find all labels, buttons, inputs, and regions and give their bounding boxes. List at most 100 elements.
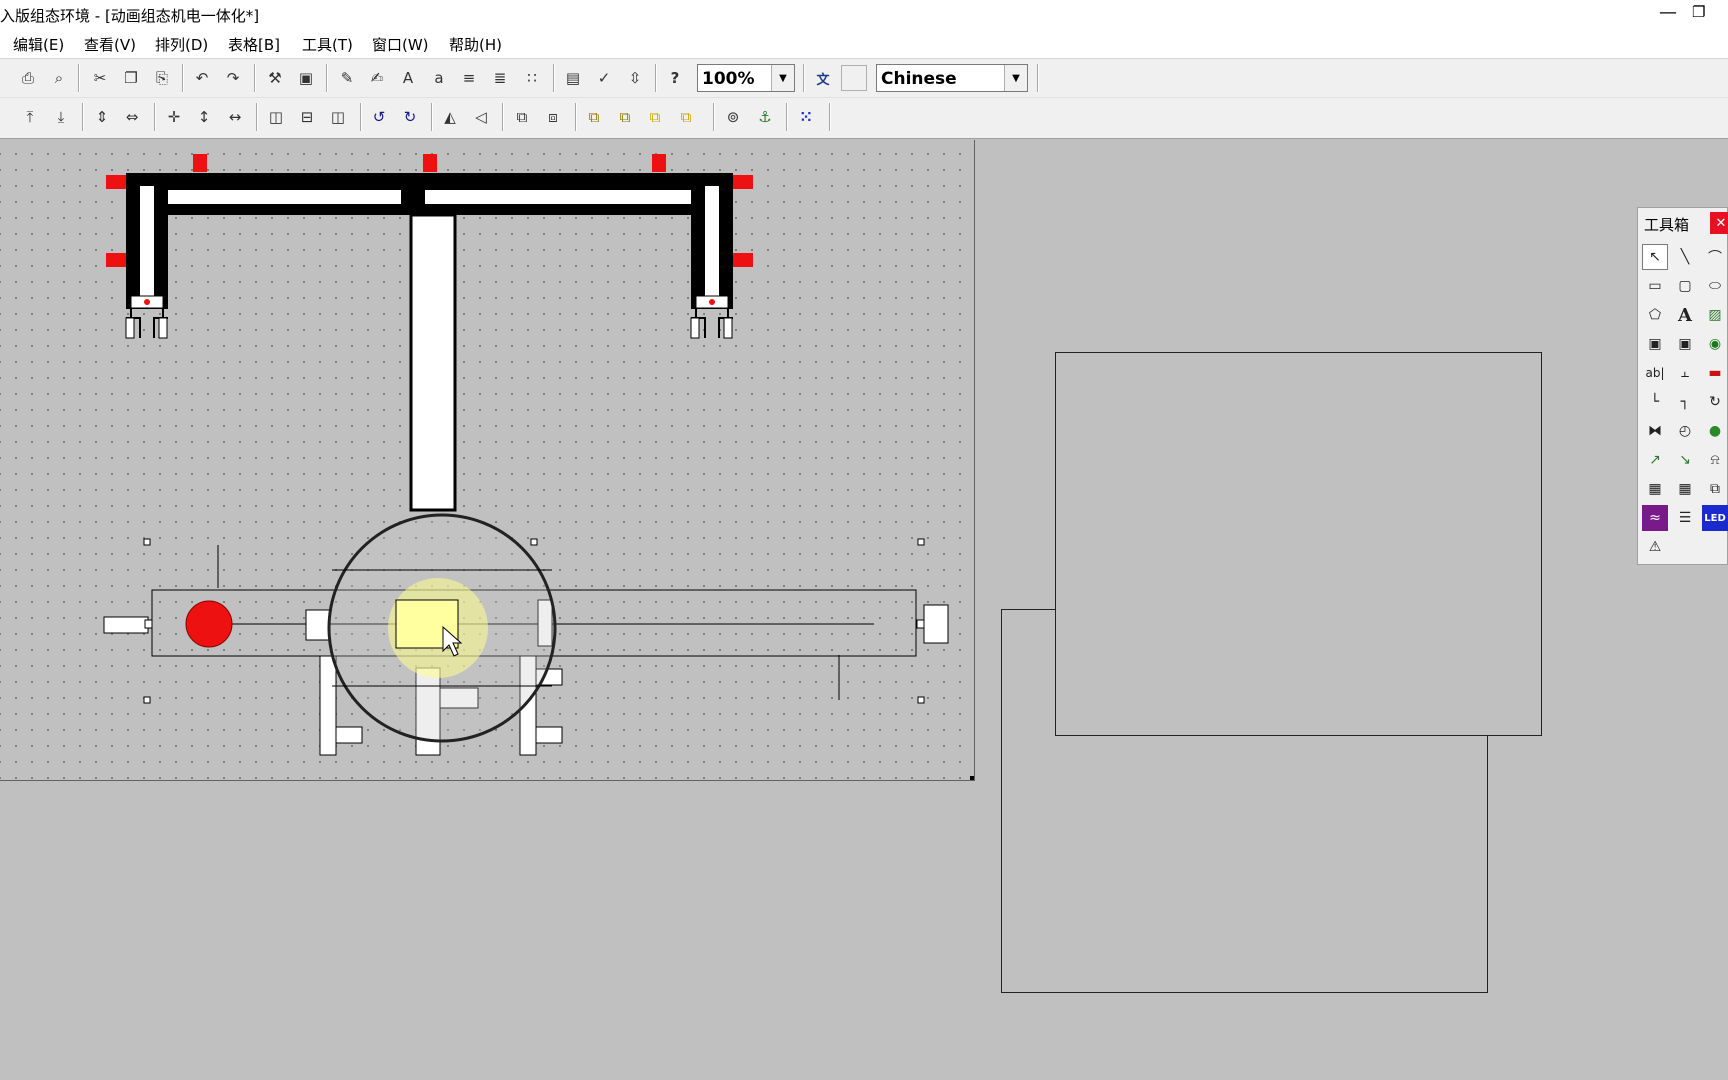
chevron-down-icon[interactable]: ▼ — [771, 65, 794, 91]
menu-help[interactable]: 帮助(H) — [449, 34, 502, 55]
grid-icon[interactable]: ∷ — [519, 65, 545, 91]
send-backward-icon[interactable]: ⧉ — [673, 104, 699, 130]
flip-horizontal-icon[interactable]: ◭ — [437, 104, 463, 130]
slider-icon[interactable]: ⫠ — [1672, 360, 1698, 386]
gantry-beam[interactable] — [126, 173, 733, 215]
align-icon[interactable]: ≣ — [487, 65, 513, 91]
grid-dots-icon[interactable]: ⁙ — [793, 104, 819, 130]
align-bottom-icon[interactable]: ⤓ — [48, 104, 74, 130]
line-icon[interactable]: ╲ — [1672, 244, 1698, 270]
menu-arrange[interactable]: 排列(D) — [155, 34, 208, 55]
sort-icon[interactable]: ⇳ — [622, 65, 648, 91]
paste-icon[interactable]: ⎘ — [149, 65, 175, 91]
undo-icon[interactable]: ↶ — [189, 65, 215, 91]
chevron-down-icon[interactable]: ▼ — [1004, 65, 1027, 91]
menu-window[interactable]: 窗口(W) — [372, 34, 429, 55]
rotate-right-icon[interactable]: ↻ — [397, 104, 423, 130]
standard-button-icon[interactable]: ▣ — [1642, 331, 1668, 357]
label-icon[interactable]: A — [1672, 302, 1698, 328]
arc-icon[interactable]: ⌒ — [1702, 244, 1728, 270]
menu-edit[interactable]: 编辑(E) — [13, 34, 64, 55]
bitmap-icon[interactable]: ▨ — [1702, 302, 1728, 328]
same-height-icon[interactable]: ⇕ — [89, 104, 115, 130]
language-select[interactable]: Chinese ▼ — [876, 64, 1028, 92]
zoom-select[interactable]: 100% ▼ — [697, 64, 795, 92]
distribute-left-icon[interactable]: ◫ — [263, 104, 289, 130]
pipe-icon[interactable]: └ — [1642, 389, 1668, 415]
sensor-left[interactable] — [193, 154, 207, 172]
distribute-center-icon[interactable]: ⊟ — [294, 104, 320, 130]
lock-icon[interactable]: ⊚ — [720, 104, 746, 130]
group-icon[interactable]: ⧉ — [509, 104, 535, 130]
anchor-icon[interactable]: ⚓ — [752, 104, 778, 130]
center-icon[interactable]: ✛ — [161, 104, 187, 130]
design-canvas[interactable] — [0, 140, 975, 781]
data-object-icon[interactable]: ▤ — [560, 65, 586, 91]
edit-properties-icon[interactable]: ✎ — [334, 65, 360, 91]
dynamic-button-icon[interactable]: ▣ — [1672, 331, 1698, 357]
bring-forward-icon[interactable]: ⧉ — [642, 104, 668, 130]
rounded-rectangle-icon[interactable]: ▢ — [1672, 273, 1698, 299]
redo-icon[interactable]: ↷ — [220, 65, 246, 91]
center-vertical-icon[interactable]: ↕ — [191, 104, 217, 130]
ellipse-icon[interactable]: ⬭ — [1702, 273, 1728, 299]
distribute-right-icon[interactable]: ◫ — [325, 104, 351, 130]
rotate-left-icon[interactable]: ↺ — [366, 104, 392, 130]
blank-button-icon[interactable] — [841, 65, 867, 91]
table-icon[interactable]: ▦ — [1642, 476, 1668, 502]
report-icon[interactable]: ▦ — [1672, 476, 1698, 502]
rotate-icon[interactable]: ↻ — [1702, 389, 1728, 415]
red-indicator-lamp[interactable] — [185, 600, 233, 648]
check-icon[interactable]: ✓ — [591, 65, 617, 91]
gauge-icon[interactable]: ◴ — [1672, 418, 1698, 444]
print-preview-icon[interactable]: ⌕ — [46, 65, 72, 91]
bar-icon[interactable]: ▬ — [1702, 360, 1728, 386]
menu-view[interactable]: 查看(V) — [84, 34, 136, 55]
menu-table[interactable]: 表格[B] — [228, 34, 280, 55]
help-icon[interactable]: ? — [662, 65, 688, 91]
input-box-icon[interactable]: ab| — [1642, 360, 1668, 386]
center-column[interactable] — [401, 173, 457, 512]
language-switch-icon[interactable]: 文 — [810, 65, 836, 91]
rectangle-icon[interactable]: ▭ — [1642, 273, 1668, 299]
same-width-icon[interactable]: ⇔ — [119, 104, 145, 130]
sensor-right[interactable] — [652, 154, 666, 172]
print-icon[interactable]: ⎙ — [15, 65, 41, 91]
menu-tools[interactable]: 工具(T) — [302, 34, 353, 55]
font-icon[interactable]: A — [395, 65, 421, 91]
font-size-icon[interactable]: a — [426, 65, 452, 91]
bring-front-icon[interactable]: ⧉ — [581, 104, 607, 130]
left-arm[interactable] — [106, 173, 168, 339]
close-icon[interactable]: ✕ — [1710, 212, 1728, 234]
align-top-icon[interactable]: ⤒ — [17, 104, 43, 130]
center-horizontal-icon[interactable]: ↔ — [222, 104, 248, 130]
valve-icon[interactable]: ⧓ — [1642, 418, 1668, 444]
alarm-icon[interactable]: ⍾ — [1702, 447, 1728, 473]
copy-icon[interactable]: ❐ — [118, 65, 144, 91]
polygon-icon[interactable]: ⬠ — [1642, 302, 1668, 328]
flip-vertical-icon[interactable]: ◁ — [468, 104, 494, 130]
right-arm[interactable] — [690, 173, 753, 339]
send-back-icon[interactable]: ⧉ — [612, 104, 638, 130]
minimize-icon[interactable]: — — [1659, 2, 1677, 23]
chart-icon[interactable]: ≈ — [1642, 505, 1668, 531]
component-library-icon[interactable]: ◉ — [1702, 331, 1728, 357]
window-properties-icon[interactable]: ▣ — [293, 65, 319, 91]
sensor-center[interactable] — [423, 154, 437, 172]
list-icon[interactable]: ☰ — [1672, 505, 1698, 531]
tools-icon[interactable]: ⚒ — [262, 65, 288, 91]
canvas-resize-handle[interactable] — [970, 776, 974, 780]
frame-upper[interactable] — [1055, 352, 1542, 736]
restore-icon[interactable]: ❐ — [1692, 3, 1705, 21]
pointer-icon[interactable]: ↖ — [1642, 244, 1668, 270]
window-icon[interactable]: ⧉ — [1702, 476, 1728, 502]
trend-icon[interactable]: ↗ — [1642, 447, 1668, 473]
history-trend-icon[interactable]: ↘ — [1672, 447, 1698, 473]
flow-icon[interactable]: ┐ — [1672, 389, 1698, 415]
line-style-icon[interactable]: ≡ — [456, 65, 482, 91]
led-icon[interactable]: LED — [1702, 505, 1728, 531]
edit-script-icon[interactable]: ✍ — [364, 65, 390, 91]
media-icon[interactable]: ⚠ — [1642, 534, 1668, 560]
cut-icon[interactable]: ✂ — [87, 65, 113, 91]
indicator-icon[interactable]: ● — [1702, 418, 1728, 444]
